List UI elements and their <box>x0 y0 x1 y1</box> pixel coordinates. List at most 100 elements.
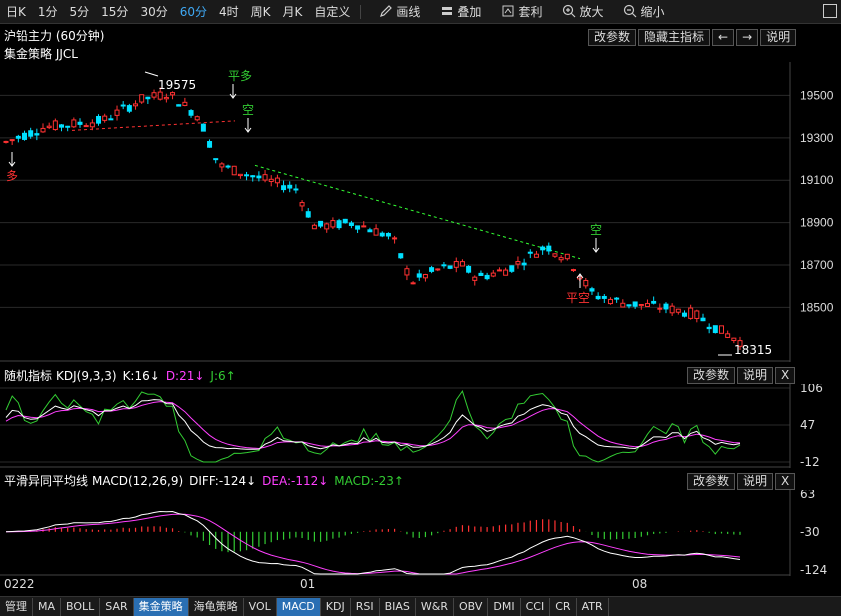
candle <box>429 265 435 274</box>
tab-0[interactable]: 管理 <box>0 597 33 616</box>
low-price-label: 18315 <box>734 343 772 357</box>
tab-14[interactable]: CCI <box>521 597 551 616</box>
window-restore-icon[interactable] <box>823 4 837 18</box>
candle <box>311 223 317 230</box>
macd-close-button[interactable]: X <box>775 473 796 490</box>
period-5[interactable]: 60分 <box>174 1 213 23</box>
candlestick-chart[interactable]: 19500 19300 19100 18900 18700 18500 19575 18315… <box>0 62 841 362</box>
candle <box>669 303 675 316</box>
candle <box>108 114 114 121</box>
short-signal-arrow-2 <box>592 238 600 253</box>
pencil-icon <box>379 4 396 19</box>
tab-12[interactable]: OBV <box>454 597 489 616</box>
macd-params-button[interactable]: 改参数 <box>687 473 736 490</box>
close-long-label: 平多 <box>228 69 252 83</box>
tab-8[interactable]: KDJ <box>321 597 351 616</box>
tab-6[interactable]: VOL <box>244 597 277 616</box>
arbitrage-icon <box>501 5 518 19</box>
trend-lines <box>71 120 581 260</box>
tab-7[interactable]: MACD <box>276 597 321 616</box>
candle <box>651 296 657 305</box>
period-6[interactable]: 4时 <box>213 1 245 23</box>
scroll-left-button[interactable]: ← <box>712 29 735 46</box>
kdj-close-button[interactable]: X <box>775 367 796 384</box>
candle <box>404 265 410 281</box>
zoom-out-tool-button[interactable]: 缩小 <box>617 1 670 23</box>
candle <box>509 265 515 273</box>
tab-10[interactable]: BIAS <box>380 597 416 616</box>
kdj-j-line <box>5 389 741 463</box>
candle <box>681 310 687 318</box>
pencil-tool-button[interactable]: 画线 <box>373 1 426 23</box>
candle <box>601 294 607 304</box>
main-help-button[interactable]: 说明 <box>760 29 797 46</box>
period-9[interactable]: 自定义 <box>308 1 356 23</box>
instrument-title: 沪铅主力 (60分钟) <box>4 29 105 43</box>
candle <box>281 180 287 193</box>
tab-3[interactable]: SAR <box>100 597 134 616</box>
period-8[interactable]: 月K <box>277 1 309 23</box>
candle <box>3 140 9 144</box>
candle <box>77 118 83 128</box>
candle <box>28 127 34 139</box>
price-tick: 19300 <box>800 131 834 145</box>
candle <box>595 292 601 300</box>
top-toolbar: 日K 1分 5分 15分 30分 60分 4时 周K 月K 自定义 画线 叠加 套利 放大 缩小 <box>0 0 841 24</box>
zoom-in-tool-button[interactable]: 放大 <box>556 1 609 23</box>
tab-11[interactable]: W&R <box>416 597 454 616</box>
kdj-params-button[interactable]: 改参数 <box>687 367 736 384</box>
macd-chart[interactable]: 63 -30 -124 <box>0 490 841 576</box>
date-label-2: 01 <box>300 577 316 591</box>
price-tick: 18900 <box>800 216 834 230</box>
arbitrage-tool-button[interactable]: 套利 <box>495 1 548 23</box>
candle <box>293 184 299 194</box>
layers-tool-button[interactable]: 叠加 <box>434 1 487 23</box>
candle <box>367 227 373 233</box>
candle <box>718 325 724 334</box>
toolbar-divider <box>360 4 362 19</box>
candle <box>700 313 706 322</box>
hide-main-indicator-button[interactable]: 隐藏主指标 <box>638 29 711 46</box>
candle <box>318 220 324 229</box>
macd-help-button[interactable]: 说明 <box>737 473 774 490</box>
scroll-right-button[interactable]: → <box>736 29 759 46</box>
strategy-label-bar: 集金策略 JJCL <box>4 45 78 62</box>
main-params-button[interactable]: 改参数 <box>588 29 637 46</box>
tab-2[interactable]: BOLL <box>61 597 101 616</box>
kdj-help-button[interactable]: 说明 <box>737 367 774 384</box>
macd-diff-line <box>5 510 741 575</box>
period-7[interactable]: 周K <box>245 1 277 23</box>
candle <box>59 124 65 132</box>
tab-9[interactable]: RSI <box>351 597 380 616</box>
tab-13[interactable]: DMI <box>488 597 521 616</box>
candle <box>139 94 145 104</box>
main-panel-buttons: 改参数 隐藏主指标 ← → 说明 <box>586 29 797 46</box>
tab-15[interactable]: CR <box>550 597 577 616</box>
tab-1[interactable]: MA <box>33 597 62 616</box>
candle <box>392 235 398 244</box>
period-3[interactable]: 15分 <box>95 1 134 23</box>
kdj-chart[interactable]: 106 47 -12 <box>0 384 841 468</box>
candle <box>546 242 552 255</box>
period-4[interactable]: 30分 <box>134 1 173 23</box>
candle <box>466 265 472 274</box>
candle <box>40 123 46 133</box>
tab-16[interactable]: ATR <box>577 597 609 616</box>
candle <box>151 89 157 100</box>
tab-4[interactable]: 集金策略 <box>133 597 189 616</box>
candle <box>71 117 77 129</box>
candle <box>213 158 219 164</box>
candle <box>22 130 28 141</box>
candle <box>237 173 243 179</box>
period-0[interactable]: 日K <box>0 1 32 23</box>
candle <box>176 104 182 107</box>
period-1[interactable]: 1分 <box>32 1 64 23</box>
tab-5[interactable]: 海龟策略 <box>189 597 244 616</box>
period-2[interactable]: 5分 <box>64 1 96 23</box>
high-pointer <box>144 71 159 77</box>
candle <box>663 302 669 314</box>
candle <box>305 208 311 218</box>
candle <box>441 262 447 269</box>
candle <box>225 164 231 169</box>
indicator-tab-bar: 管理 MA BOLL SAR 集金策略 海龟策略 VOL MACD KDJ RSI BIAS W&R O… <box>0 596 841 616</box>
